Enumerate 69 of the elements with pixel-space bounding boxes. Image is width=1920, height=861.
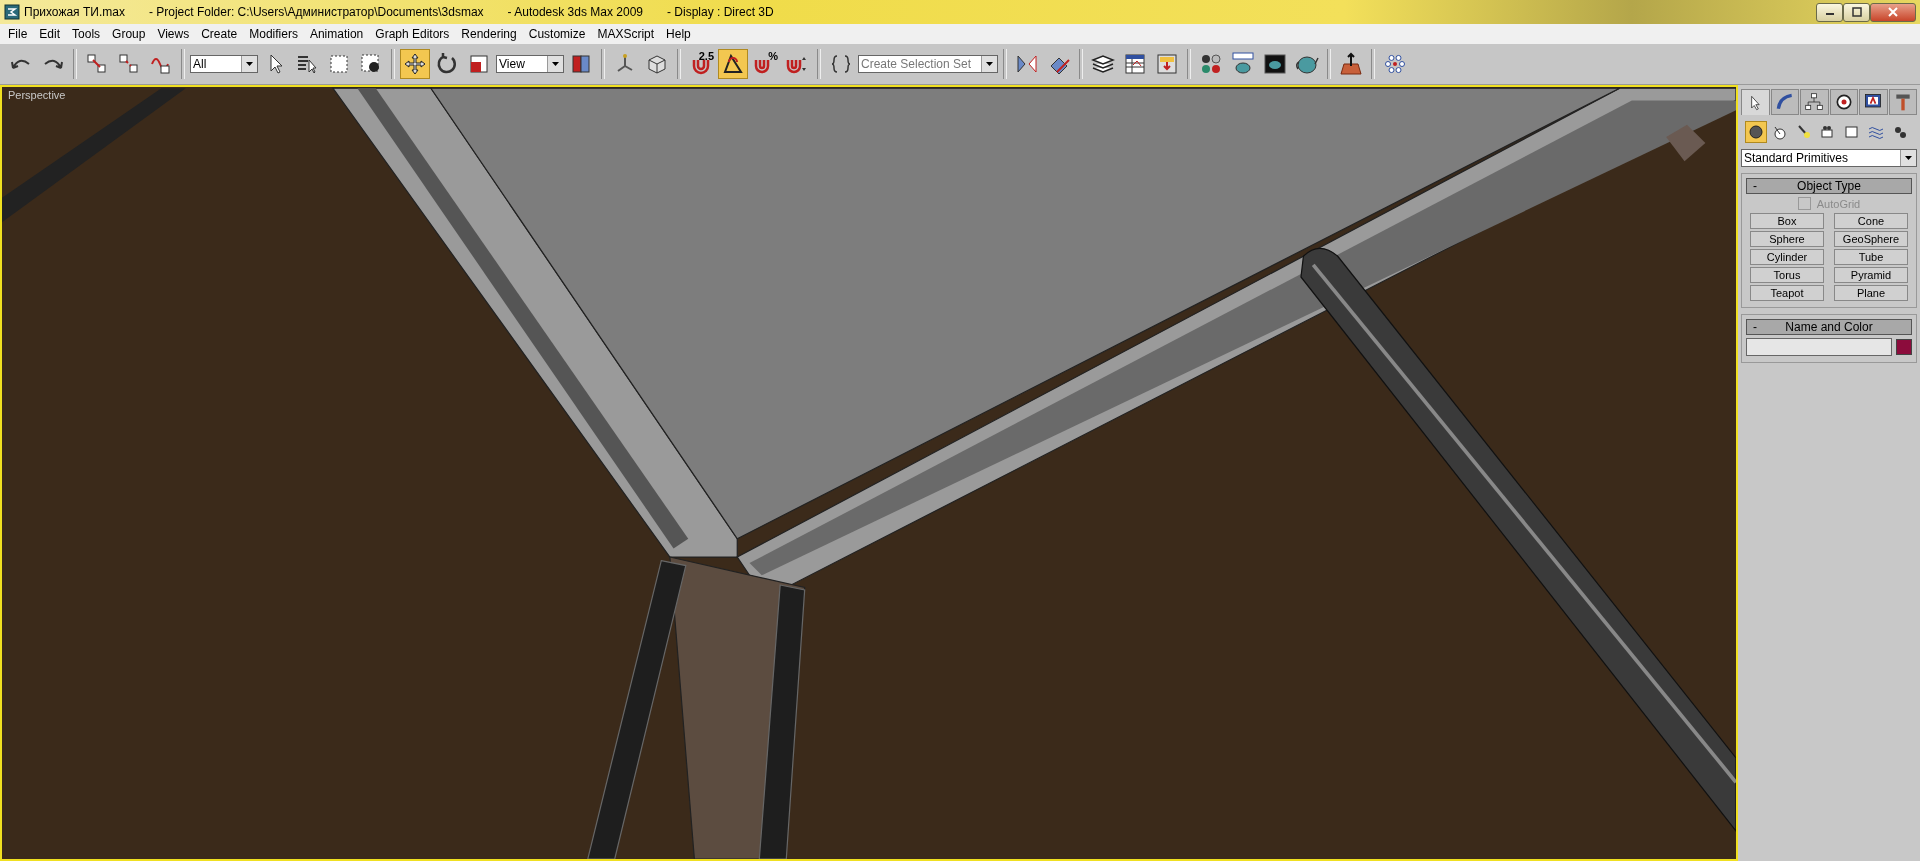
maximize-button[interactable] bbox=[1843, 2, 1870, 22]
menu-item[interactable]: Animation bbox=[303, 27, 370, 41]
table-icon bbox=[1123, 52, 1147, 76]
scale-square-icon bbox=[467, 52, 491, 76]
checkbox-label: AutoGrid bbox=[1816, 197, 1861, 210]
window-title: Прихожая ТИ.max bbox=[24, 5, 125, 19]
braces-icon bbox=[829, 52, 853, 76]
panel-tab[interactable] bbox=[1800, 89, 1829, 115]
dropdown[interactable]: View bbox=[496, 55, 564, 73]
curve-icon bbox=[1774, 92, 1795, 112]
primitive-button[interactable]: Tube bbox=[1834, 249, 1908, 265]
rollout-header[interactable]: - Name and Color bbox=[1746, 319, 1912, 335]
perspective-viewport[interactable]: Perspective bbox=[0, 85, 1738, 861]
primitive-button[interactable]: Box bbox=[1750, 213, 1824, 229]
menu-item[interactable]: Create bbox=[195, 27, 244, 41]
dots-ring-icon bbox=[1383, 52, 1407, 76]
sphere-icon bbox=[1747, 123, 1765, 141]
menu-item[interactable]: Group bbox=[106, 27, 152, 41]
primitive-button[interactable]: Cone bbox=[1834, 213, 1908, 229]
teapot-window-icon bbox=[1231, 52, 1255, 76]
minimize-button[interactable] bbox=[1816, 2, 1843, 22]
rollout-header[interactable]: - Object Type bbox=[1746, 178, 1912, 194]
primitive-button[interactable]: Sphere bbox=[1750, 231, 1824, 247]
dark-frame-teapot-icon bbox=[1263, 52, 1287, 76]
panel-tab[interactable] bbox=[1859, 89, 1888, 115]
window-title: - Display : Direct 3D bbox=[667, 5, 774, 19]
menu-item[interactable]: Rendering bbox=[455, 27, 523, 41]
maximize-icon bbox=[1851, 7, 1862, 17]
link-icon bbox=[85, 52, 109, 76]
menu-item[interactable]: Customize bbox=[522, 27, 592, 41]
toolbar-button[interactable]: % bbox=[750, 49, 780, 79]
menu-item[interactable]: Tools bbox=[66, 27, 107, 41]
menu-item[interactable]: Modifiers bbox=[243, 27, 304, 41]
panel-tab[interactable] bbox=[1829, 89, 1858, 115]
close-button[interactable] bbox=[1870, 2, 1916, 22]
menu-item[interactable]: Graph Editors bbox=[369, 27, 456, 41]
menu-item[interactable]: Edit bbox=[33, 27, 67, 41]
move-arrows-icon bbox=[403, 52, 427, 76]
app-icon bbox=[4, 4, 20, 20]
primitive-button[interactable]: Cylinder bbox=[1750, 249, 1824, 265]
primitive-button[interactable]: Teapot bbox=[1750, 285, 1824, 301]
hierarchy-icon bbox=[1804, 92, 1825, 112]
color-swatch[interactable] bbox=[1896, 339, 1912, 355]
layers-icon bbox=[1091, 52, 1115, 76]
spheres-icon bbox=[1199, 52, 1223, 76]
grid-arrow-icon bbox=[1339, 52, 1363, 76]
dropdown[interactable]: Standard Primitives bbox=[1741, 149, 1917, 167]
primitive-button[interactable]: Pyramid bbox=[1834, 267, 1908, 283]
close-icon bbox=[1887, 7, 1899, 17]
toolbar-button[interactable] bbox=[718, 49, 748, 79]
window-title: - Autodesk 3ds Max 2009 bbox=[507, 5, 643, 19]
toolbar-button[interactable]: 2.5 bbox=[686, 49, 716, 79]
window-title: - Project Folder: C:\Users\Администратор\Documents\3dsmax bbox=[148, 5, 484, 19]
name-field[interactable] bbox=[1746, 338, 1892, 356]
menu-item[interactable]: MAXScript bbox=[591, 27, 661, 41]
primitive-button[interactable]: Plane bbox=[1834, 285, 1908, 301]
menu-item[interactable]: Help bbox=[660, 27, 697, 41]
toolbar-button[interactable] bbox=[400, 49, 430, 79]
dropdown[interactable]: All bbox=[190, 55, 258, 73]
menu-item[interactable]: File bbox=[2, 27, 34, 41]
dropdown[interactable]: Create Selection Set bbox=[858, 55, 998, 73]
menu-item[interactable]: Views bbox=[151, 27, 196, 41]
rotate-arrow-icon bbox=[435, 52, 459, 76]
category-button[interactable] bbox=[1745, 121, 1767, 143]
angle-magnet-icon bbox=[721, 52, 745, 76]
viewport-label[interactable]: Perspective bbox=[8, 89, 66, 101]
primitive-button[interactable]: Torus bbox=[1750, 267, 1824, 283]
unlink-icon bbox=[117, 52, 141, 76]
primitive-button[interactable]: GeoSphere bbox=[1834, 231, 1908, 247]
